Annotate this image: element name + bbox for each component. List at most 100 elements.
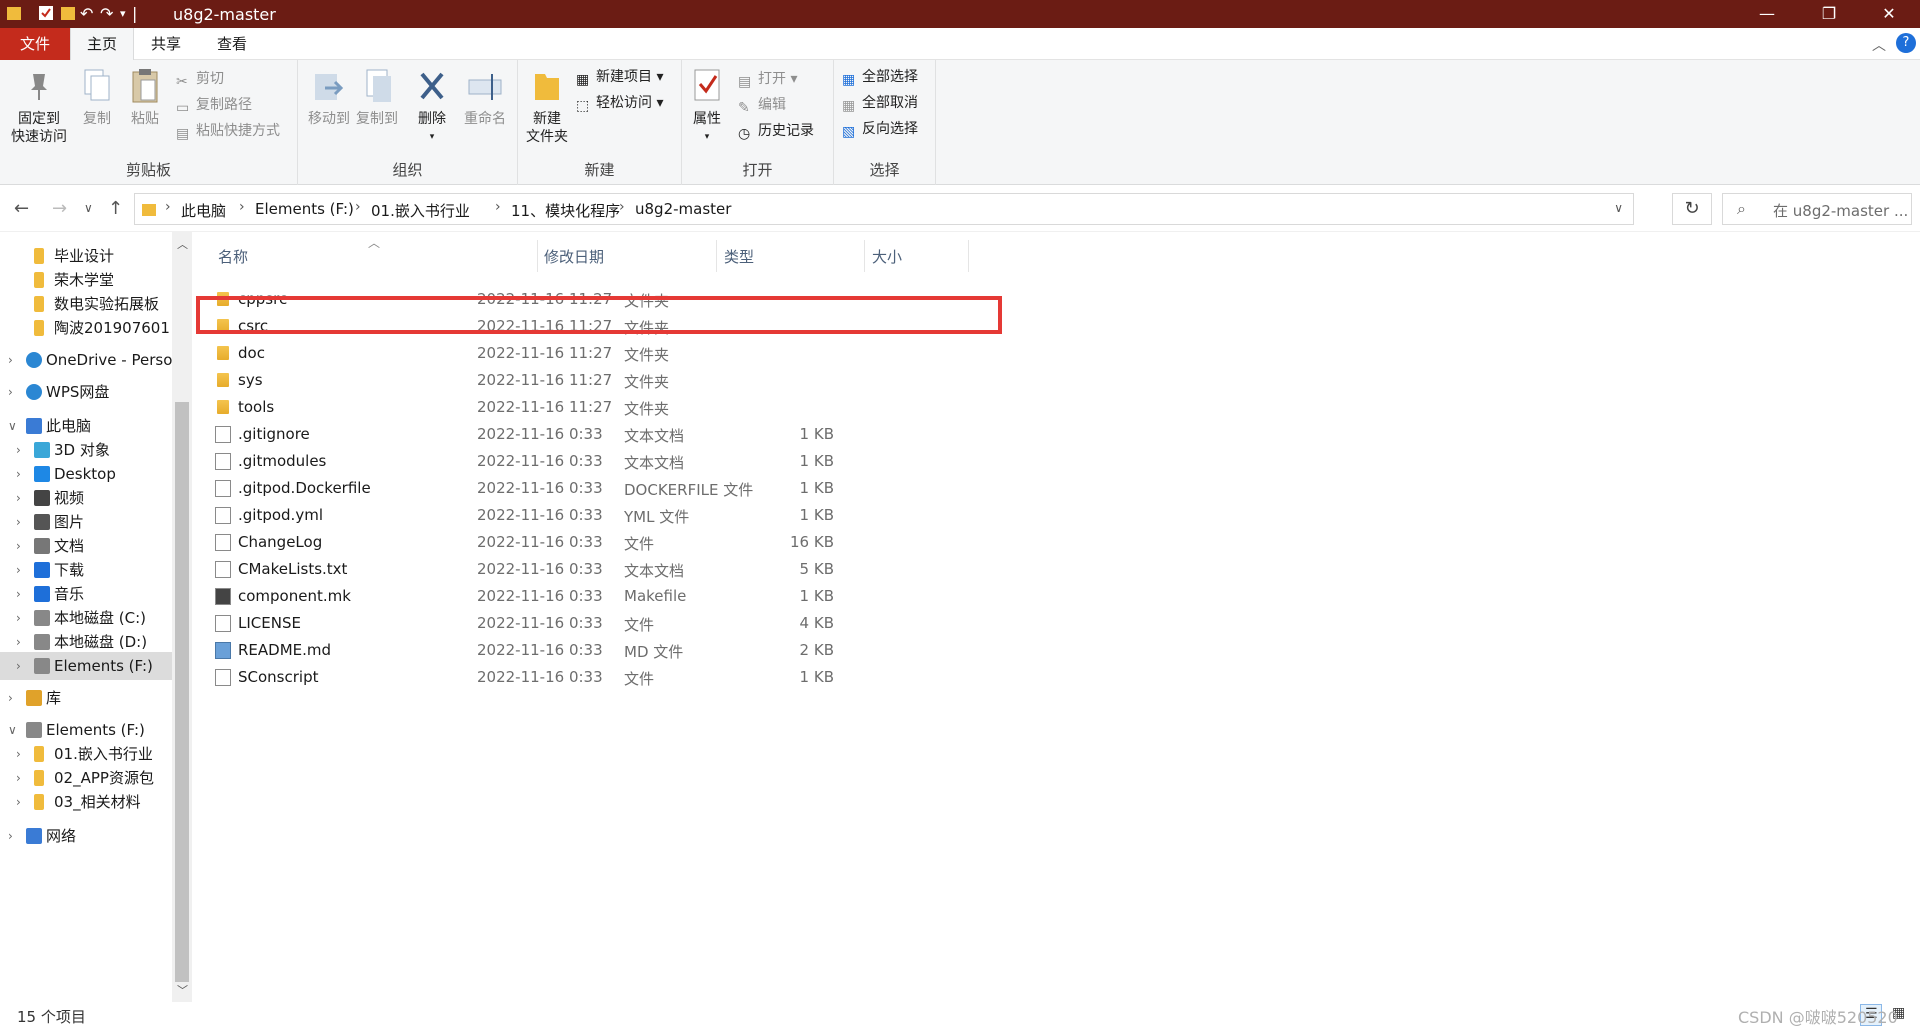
copy-path-button[interactable]: ▭ 复制路径 <box>176 94 252 116</box>
properties-button[interactable]: 属性 ▾ <box>686 66 728 146</box>
column-header-type[interactable]: 类型 <box>724 246 754 267</box>
recent-locations-icon[interactable]: ∨ <box>84 201 93 215</box>
address-dropdown-icon[interactable]: ∨ <box>1614 201 1623 215</box>
customize-toolbar-icon[interactable]: ▾ <box>120 4 126 24</box>
chevron-right-icon[interactable]: › <box>8 346 13 374</box>
paste-button[interactable]: 粘贴 <box>124 66 166 128</box>
nav-item[interactable]: 陶波201907601 <box>0 314 172 342</box>
file-row[interactable]: SConscript 2022-11-16 0:33 文件 1 KB <box>212 664 992 691</box>
breadcrumb-drive[interactable]: Elements (F:) <box>255 200 354 218</box>
chevron-right-icon[interactable]: › <box>16 652 21 680</box>
file-row[interactable]: component.mk 2022-11-16 0:33 Makefile 1 KB <box>212 583 992 610</box>
close-button[interactable]: ✕ <box>1866 0 1912 28</box>
column-divider[interactable] <box>864 240 865 272</box>
delete-dropdown-icon[interactable]: ▾ <box>412 128 452 146</box>
delete-button[interactable]: 删除 ▾ <box>412 66 452 146</box>
help-icon[interactable]: ? <box>1896 33 1916 53</box>
back-arrow-icon[interactable]: ← <box>14 198 29 219</box>
edit-button[interactable]: ✎ 编辑 <box>738 94 786 116</box>
pin-quick-access-button[interactable]: 固定到 快速访问 <box>6 66 72 146</box>
breadcrumb-current[interactable]: u8g2-master <box>635 200 731 218</box>
cut-button[interactable]: ✂ 剪切 <box>176 68 224 90</box>
restore-button[interactable]: ❐ <box>1806 0 1852 28</box>
column-divider[interactable] <box>537 240 538 272</box>
history-button[interactable]: ◷ 历史记录 <box>738 120 814 142</box>
open-button[interactable]: ▤ 打开 ▾ <box>738 68 797 90</box>
undo-icon[interactable]: ↶ <box>80 4 93 24</box>
move-to-icon <box>315 74 344 100</box>
file-row[interactable]: .gitignore 2022-11-16 0:33 文本文档 1 KB <box>212 421 992 448</box>
nav-item[interactable]: › 03_相关材料 <box>0 788 172 816</box>
forward-arrow-icon[interactable]: → <box>52 198 67 219</box>
watermark: CSDN @啵啵520520 <box>1738 1008 1898 1027</box>
rename-label: 重命名 <box>464 111 506 127</box>
folder-icon <box>34 746 44 762</box>
file-row[interactable]: CMakeLists.txt 2022-11-16 0:33 文本文档 5 KB <box>212 556 992 583</box>
chevron-right-icon[interactable]: › <box>8 684 13 712</box>
copy-to-label: 复制到 <box>356 111 398 127</box>
file-row[interactable]: tools 2022-11-16 11:27 文件夹 <box>212 394 992 421</box>
breadcrumb-folder-2[interactable]: 11、模块化程序 <box>511 200 620 221</box>
copy-to-button[interactable]: 复制到 <box>354 66 400 128</box>
chevron-right-icon[interactable]: › <box>16 788 21 816</box>
invert-selection-label: 反向选择 <box>862 121 918 137</box>
collapse-ribbon-icon[interactable]: ︿ <box>1872 35 1886 55</box>
refresh-button[interactable]: ↻ <box>1672 193 1712 225</box>
search-box[interactable]: ⌕ 在 u8g2-master ... <box>1722 193 1912 225</box>
breadcrumb-this-pc[interactable]: 此电脑 <box>181 200 226 221</box>
up-arrow-icon[interactable]: ↑ <box>108 198 123 219</box>
properties-quick-icon[interactable] <box>38 4 54 24</box>
new-group: 新建 文件夹 ▦ 新建项目 ▾ ⬚ 轻松访问 ▾ 新建 <box>518 60 682 185</box>
invert-selection-button[interactable]: ▧ 反向选择 <box>842 118 918 140</box>
nav-item[interactable]: › WPS网盘 <box>0 378 172 406</box>
file-row[interactable]: sys 2022-11-16 11:27 文件夹 <box>212 367 992 394</box>
nav-item[interactable]: › OneDrive - Perso <box>0 346 172 374</box>
minimize-button[interactable]: — <box>1744 0 1790 28</box>
select-none-button[interactable]: ▦ 全部取消 <box>842 92 918 114</box>
new-folder-button[interactable]: 新建 文件夹 <box>524 66 570 146</box>
paste-label: 粘贴 <box>131 111 159 127</box>
copy-button[interactable]: 复制 <box>76 66 118 128</box>
rename-button[interactable]: 重命名 <box>460 66 510 128</box>
column-header-date[interactable]: 修改日期 <box>544 246 604 267</box>
breadcrumb-folder-1[interactable]: 01.嵌入书行业 <box>371 200 470 221</box>
file-row[interactable]: LICENSE 2022-11-16 0:33 文件 4 KB <box>212 610 992 637</box>
window-title: u8g2-master <box>173 5 276 24</box>
new-folder-quick-icon[interactable] <box>60 4 76 24</box>
easy-access-button[interactable]: ⬚ 轻松访问 ▾ <box>576 92 663 114</box>
file-type: Makefile <box>624 587 687 605</box>
column-divider[interactable] <box>968 240 969 272</box>
file-row[interactable]: doc 2022-11-16 11:27 文件夹 <box>212 340 992 367</box>
file-row[interactable]: .gitpod.Dockerfile 2022-11-16 0:33 DOCKERF… <box>212 475 992 502</box>
select-all-button[interactable]: ▦ 全部选择 <box>842 66 918 88</box>
tab-share[interactable]: 共享 <box>136 28 196 60</box>
nav-scrollbar[interactable]: ︿ ﹀ <box>172 232 192 1002</box>
nav-item[interactable]: › Elements (F:) <box>0 652 172 680</box>
column-header-size[interactable]: 大小 <box>872 246 902 267</box>
scrollbar-thumb[interactable] <box>175 402 189 982</box>
move-to-button[interactable]: 移动到 <box>306 66 352 128</box>
redo-icon[interactable]: ↷ <box>100 4 113 24</box>
chevron-right-icon[interactable]: › <box>8 378 13 406</box>
tab-home[interactable]: 主页 <box>70 28 134 61</box>
scroll-down-icon[interactable]: ﹀ <box>177 982 188 998</box>
scroll-up-icon[interactable]: ︿ <box>177 236 188 252</box>
new-item-button[interactable]: ▦ 新建项目 ▾ <box>576 66 663 88</box>
tab-view[interactable]: 查看 <box>200 28 264 60</box>
properties-dropdown-icon[interactable]: ▾ <box>686 128 728 146</box>
chevron-right-icon[interactable]: › <box>8 822 13 850</box>
file-row[interactable]: .gitpod.yml 2022-11-16 0:33 YML 文件 1 KB <box>212 502 992 529</box>
file-row[interactable]: README.md 2022-11-16 0:33 MD 文件 2 KB <box>212 637 992 664</box>
open-label: 打开 <box>758 71 786 87</box>
column-header-name[interactable]: 名称 <box>218 246 248 267</box>
address-bar[interactable]: › 此电脑 › Elements (F:) › 01.嵌入书行业 › 11、模块… <box>134 193 1634 225</box>
file-row[interactable]: .gitmodules 2022-11-16 0:33 文本文档 1 KB <box>212 448 992 475</box>
paste-shortcut-button[interactable]: ▤ 粘贴快捷方式 <box>176 120 280 142</box>
file-name: ChangeLog <box>238 533 323 551</box>
folder-icon <box>217 373 229 387</box>
nav-item[interactable]: › 库 <box>0 684 172 712</box>
file-row[interactable]: ChangeLog 2022-11-16 0:33 文件 16 KB <box>212 529 992 556</box>
column-divider[interactable] <box>716 240 717 272</box>
tab-file[interactable]: 文件 <box>0 28 70 60</box>
nav-item[interactable]: › 网络 <box>0 822 172 850</box>
